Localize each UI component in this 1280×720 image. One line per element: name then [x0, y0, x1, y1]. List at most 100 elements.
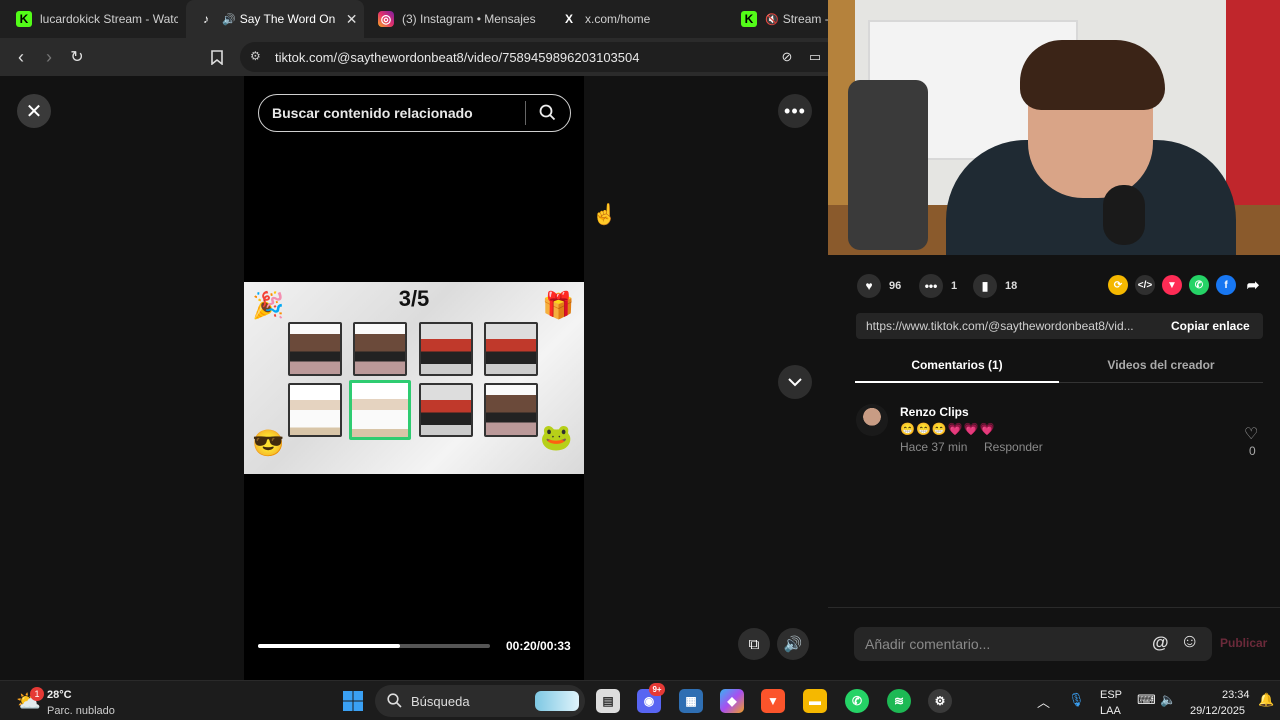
clock-date[interactable]: 29/12/2025 — [1190, 705, 1245, 717]
notifications-icon[interactable]: 🔔 — [1258, 692, 1274, 708]
video-player[interactable]: 3/5 🎉 🎁 😎 🐸 00:20/00:33 — [244, 76, 584, 680]
whatsapp-icon[interactable]: ✆ — [1189, 275, 1209, 295]
sunglasses-face-icon: 😎 — [252, 428, 285, 458]
app-icon[interactable]: ▦ — [679, 689, 703, 713]
forward-icon[interactable]: › — [38, 46, 60, 68]
comment-text: 😁😁😁💗💗💗 — [900, 422, 996, 436]
tab-instagram[interactable]: ◎ (3) Instagram • Mensajes — [370, 0, 545, 38]
instagram-icon: ◎ — [378, 11, 394, 27]
hand-cursor-icon: ☝ — [592, 204, 617, 226]
no-tracking-icon[interactable]: ⊘ — [776, 46, 798, 68]
clock-time[interactable]: 23:34 — [1222, 689, 1250, 701]
whatsapp-icon[interactable]: ✆ — [845, 689, 869, 713]
game-card — [353, 322, 407, 376]
video-details-panel: ♥ 96 ••• 1 ▮ 18 ⟳ </> ▼ ✆ f ➦ https://ww… — [828, 255, 1280, 680]
tab-x[interactable]: X x.com/home — [553, 0, 723, 38]
task-view-icon[interactable]: ▤ — [596, 689, 620, 713]
video-time: 00:20/00:33 — [506, 639, 571, 653]
mention-icon[interactable]: @ — [1152, 633, 1169, 653]
network-icon[interactable]: ⌨ — [1137, 692, 1156, 708]
address-bar: ‹ › ↻ ⚙ tiktok.com/@saythewordonbeat8/vi… — [0, 38, 840, 76]
gift-icon: 🎁 — [542, 290, 575, 320]
game-card — [419, 383, 473, 437]
windows-start-icon[interactable] — [341, 689, 365, 713]
video-link[interactable]: https://www.tiktok.com/@saythewordonbeat… — [866, 319, 1152, 333]
emoji-icon[interactable]: ☺ — [1180, 631, 1199, 653]
active-tab-indicator — [855, 381, 1059, 383]
tiktok-icon: ♪ — [203, 12, 209, 26]
webcam-person-hair — [1020, 40, 1165, 110]
back-icon[interactable]: ‹ — [10, 46, 32, 68]
share-arrow-icon[interactable]: ➦ — [1243, 275, 1263, 295]
webcam-overlay — [828, 0, 1280, 255]
game-card — [484, 383, 538, 437]
tab-creator-videos[interactable]: Videos del creador — [1059, 351, 1263, 383]
brave-icon[interactable]: ▼ — [761, 689, 785, 713]
comment-author[interactable]: Renzo Clips — [900, 405, 969, 419]
taskbar-search[interactable]: Búsqueda — [375, 685, 585, 717]
chevron-down-icon — [788, 378, 802, 387]
spotify-icon[interactable]: ≋ — [887, 689, 911, 713]
avatar[interactable] — [856, 404, 888, 436]
tab-tiktok[interactable]: ♪ 🔊 Say The Word On B ✕ — [186, 0, 364, 38]
cast-icon[interactable]: ▭ — [804, 46, 826, 68]
bookmark-icon[interactable] — [206, 46, 228, 68]
webcam-microphone — [1103, 185, 1145, 245]
like-count: 96 — [889, 280, 902, 292]
muted-icon: 🔇 — [765, 13, 779, 26]
url-field[interactable]: ⚙ tiktok.com/@saythewordonbeat8/video/75… — [240, 42, 840, 72]
settings-app-icon[interactable]: ⚙ — [928, 689, 952, 713]
next-video-button[interactable] — [778, 365, 812, 399]
tab-title: x.com/home — [585, 12, 651, 26]
game-card — [419, 322, 473, 376]
like-stat[interactable]: ♥ 96 — [857, 274, 901, 298]
url-text: tiktok.com/@saythewordonbeat8/video/7589… — [275, 50, 640, 65]
comment-stat[interactable]: ••• 1 — [919, 274, 957, 298]
file-explorer-icon[interactable]: ▬ — [803, 689, 827, 713]
game-score: 3/5 — [398, 286, 430, 311]
embed-icon[interactable]: </> — [1135, 275, 1155, 295]
search-label: Búsqueda — [411, 694, 470, 709]
tab-comments[interactable]: Comentarios (1) — [855, 351, 1059, 383]
microphone-icon[interactable]: 🎙 — [1068, 692, 1085, 708]
copy-link-button[interactable]: Copiar enlace — [1159, 313, 1262, 339]
comment-like-icon[interactable]: ♡ — [1244, 424, 1258, 444]
tab-kick-stream[interactable]: K lucardokick Stream - Watc — [8, 0, 178, 38]
windows-taskbar: ⛅ 1 28°C Parc. nublado Búsqueda ▤ ◉ 9+ ▦… — [0, 680, 1280, 720]
close-tab-icon[interactable]: ✕ — [346, 11, 358, 28]
language-bottom[interactable]: LAA — [1100, 705, 1121, 717]
weather-desc: Parc. nublado — [47, 705, 115, 717]
language-top[interactable]: ESP — [1100, 689, 1122, 701]
more-options-button[interactable]: ••• — [778, 94, 812, 128]
video-progress-fill — [258, 644, 400, 648]
game-card — [288, 322, 342, 376]
related-search-input[interactable]: Buscar contenido relacionado — [258, 94, 571, 132]
site-info-icon[interactable]: ⚙ — [250, 49, 261, 63]
game-card — [484, 322, 538, 376]
tab-kick-stream-2[interactable]: K 🔇 Stream - I — [735, 0, 828, 38]
close-video-button[interactable]: ✕ — [17, 94, 51, 128]
video-progress-bar[interactable] — [258, 644, 490, 648]
miniplayer-button[interactable]: ⧉ — [738, 628, 770, 660]
discord-icon[interactable]: ◉ 9+ — [637, 683, 665, 713]
search-icon[interactable] — [539, 104, 556, 126]
more-icon: ••• — [784, 100, 806, 121]
comment-icon: ••• — [919, 274, 943, 298]
reload-icon[interactable]: ↻ — [66, 46, 88, 68]
speaker-icon[interactable]: 🔈 — [1160, 692, 1176, 708]
repost-icon[interactable]: ⟳ — [1108, 275, 1128, 295]
volume-button[interactable]: 🔊 — [777, 628, 809, 660]
comment-input[interactable]: Añadir comentario... @ ☺ — [854, 627, 1212, 661]
publish-button[interactable]: Publicar — [1220, 636, 1267, 650]
reply-button[interactable]: Responder — [984, 440, 1043, 454]
show-hidden-icons[interactable]: ︿ — [1037, 692, 1050, 711]
send-icon[interactable]: ▼ — [1162, 275, 1182, 295]
copilot-icon[interactable]: ◆ — [720, 689, 744, 713]
save-stat[interactable]: ▮ 18 — [973, 274, 1017, 298]
facebook-icon[interactable]: f — [1216, 275, 1236, 295]
game-card — [288, 383, 342, 437]
weather-widget[interactable]: ⛅ 1 — [16, 687, 44, 713]
webcam-chair — [848, 80, 928, 250]
game-card-selected — [349, 380, 411, 440]
comment-input-divider — [828, 607, 1280, 608]
